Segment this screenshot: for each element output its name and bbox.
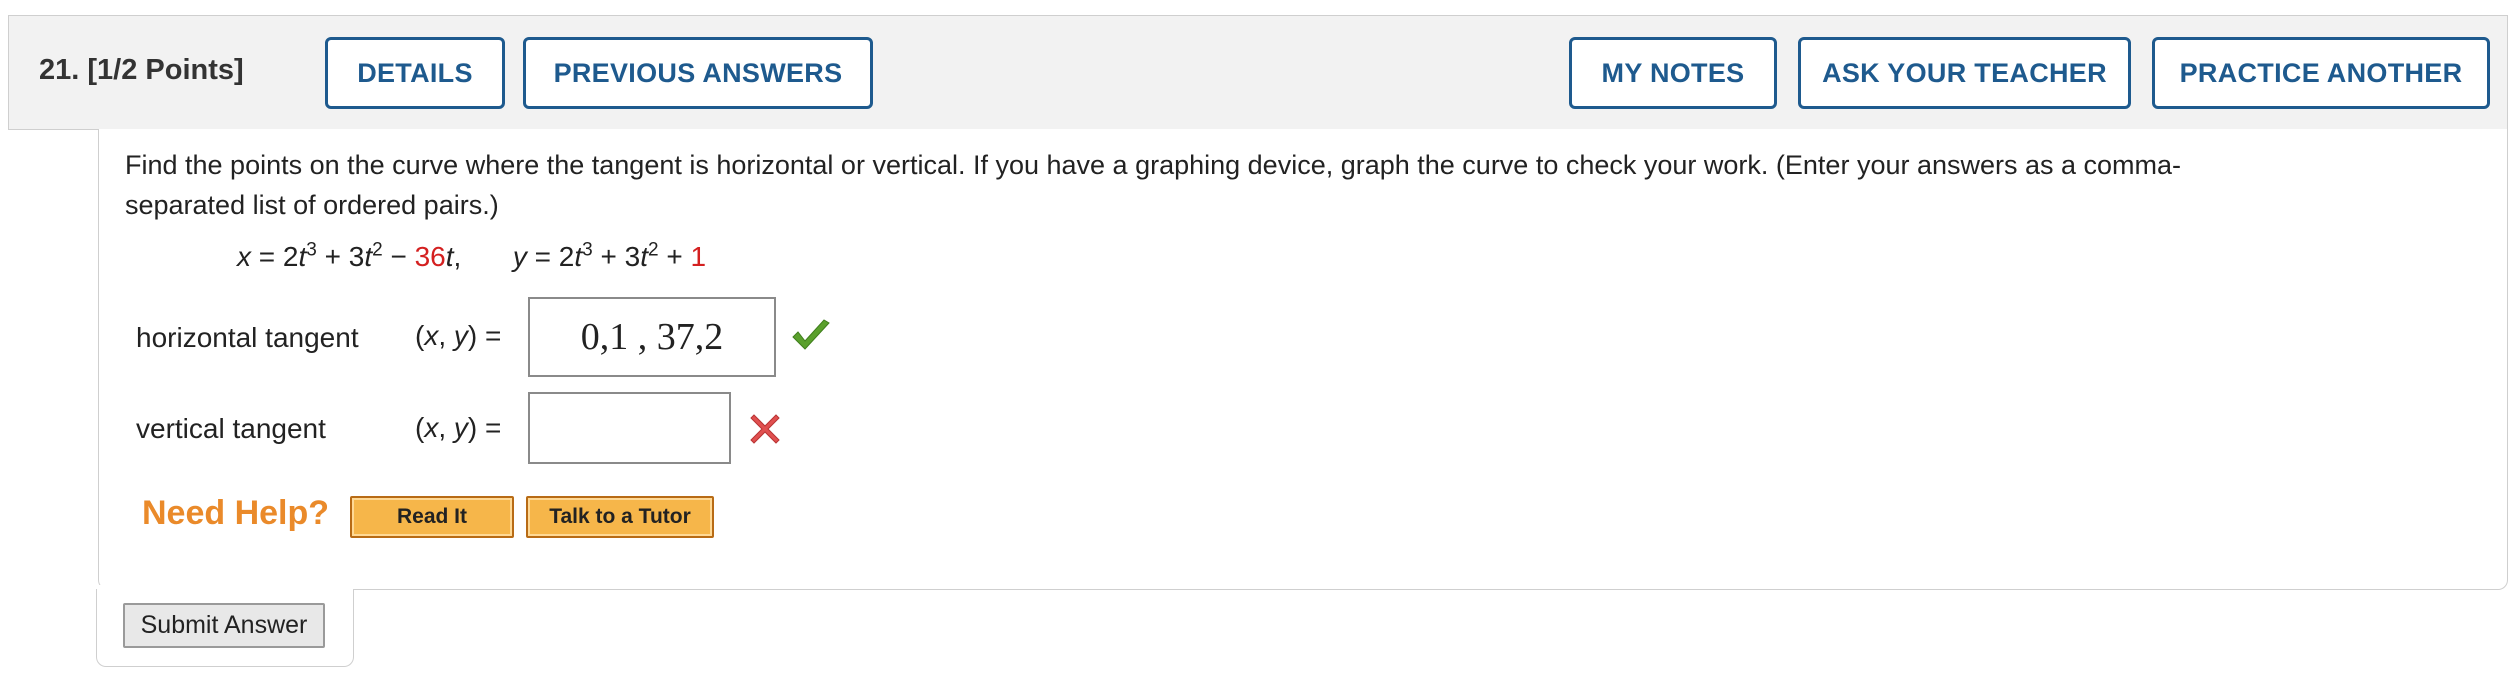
vertical-answer-input[interactable] <box>528 392 731 464</box>
y-constant: 1 <box>690 241 707 273</box>
x-equation: x = 2t3 + 3t2 − 36t, <box>237 240 462 273</box>
question-title: 21. [1/2 Points] <box>39 54 244 87</box>
x-coefficient: 36 <box>414 241 446 273</box>
question-header: 21. [1/2 Points] DETAILS PREVIOUS ANSWER… <box>8 15 2508 130</box>
vertical-xy-label: (x, y) = <box>415 412 502 443</box>
horizontal-answer-value: 0,1 , 37,2 <box>580 316 724 358</box>
y-equation: y = 2t3 + 3t2 + 1 <box>512 240 707 273</box>
question-points: [1/2 Points] <box>87 54 244 86</box>
talk-to-tutor-button[interactable]: Talk to a Tutor <box>526 496 714 538</box>
cross-icon <box>750 414 780 444</box>
details-button[interactable]: DETAILS <box>325 37 505 109</box>
vertical-answer-value <box>530 394 729 462</box>
prompt-line-2: separated list of ordered pairs.) <box>125 190 499 220</box>
checkmark-icon <box>792 319 830 350</box>
ask-your-teacher-button[interactable]: ASK YOUR TEACHER <box>1798 37 2131 109</box>
previous-answers-button[interactable]: PREVIOUS ANSWERS <box>523 37 873 109</box>
horizontal-tangent-label: horizontal tangent <box>136 322 359 353</box>
prompt-line-1: Find the points on the curve where the t… <box>125 150 2182 180</box>
need-help-label: Need Help? <box>142 494 330 532</box>
submit-answer-button[interactable]: Submit Answer <box>123 603 325 648</box>
my-notes-button[interactable]: MY NOTES <box>1569 37 1777 109</box>
read-it-button[interactable]: Read It <box>350 496 514 538</box>
horizontal-xy-label: (x, y) = <box>415 320 502 351</box>
horizontal-answer-input[interactable]: 0,1 , 37,2 <box>528 297 776 377</box>
vertical-tangent-label: vertical tangent <box>136 413 326 444</box>
practice-another-button[interactable]: PRACTICE ANOTHER <box>2152 37 2490 109</box>
question-prompt: Find the points on the curve where the t… <box>125 145 2485 225</box>
parametric-equation: x = 2t3 + 3t2 − 36t, y = 2t3 + 3t2 + 1 <box>237 240 706 273</box>
question-number: 21. <box>39 54 80 86</box>
